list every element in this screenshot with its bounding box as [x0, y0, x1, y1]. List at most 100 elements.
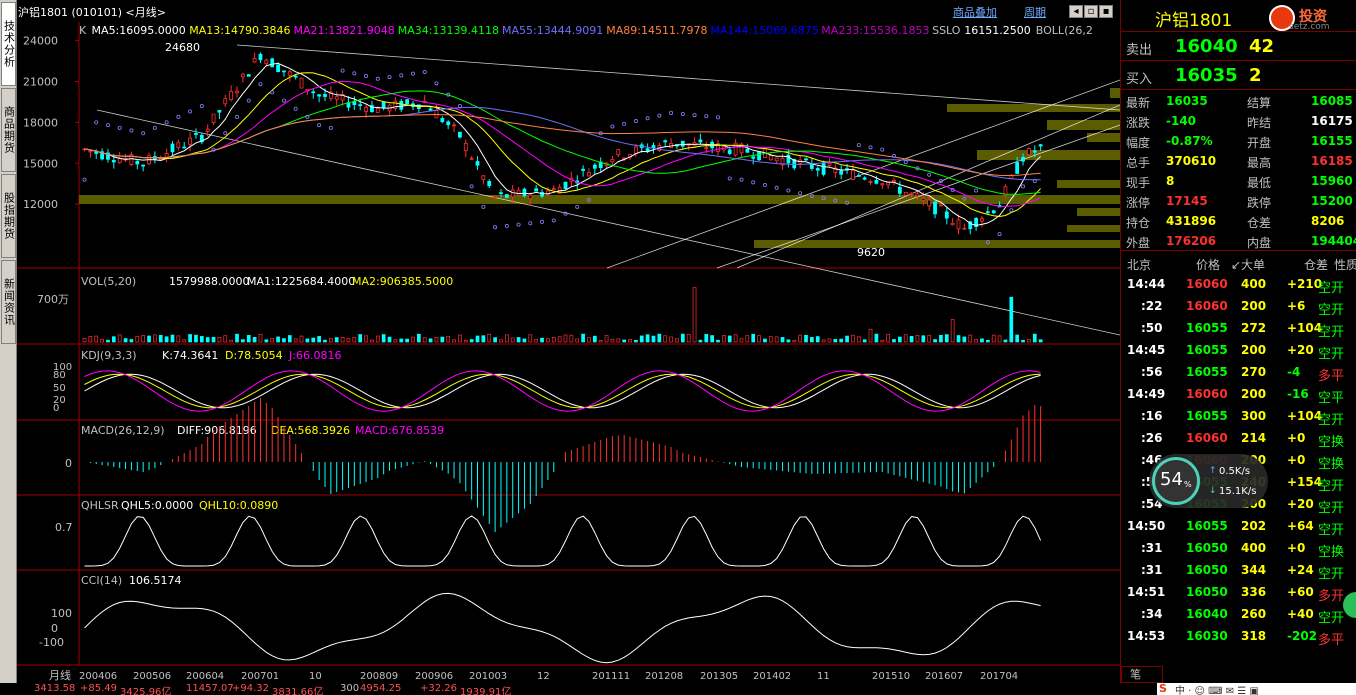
tab-technical-analysis[interactable]: 技术分析 [1, 2, 16, 86]
volume-bar [675, 338, 679, 343]
volume-bar [997, 335, 1002, 343]
sar-dot [82, 177, 87, 182]
candle-body [358, 104, 363, 107]
sar-dot [798, 191, 803, 196]
volume-bar [575, 338, 580, 343]
ma-legend-item: MA233:15536.1853 [821, 24, 930, 37]
candle-body [246, 74, 251, 77]
x-tick-label: 201305 [700, 671, 738, 682]
candle-body [311, 91, 316, 94]
sar-dot [633, 119, 638, 124]
macd-diff: DIFF:906.8196 [177, 424, 257, 437]
volume-bar [329, 338, 333, 343]
volume-bar [194, 334, 198, 343]
tick-row[interactable]: :22 16060 200 +6 空开 [1121, 295, 1356, 318]
candle-body [475, 161, 480, 166]
quote-header: 沪铝1801 投资 setz.com [1121, 0, 1356, 32]
tick-cell-v: 400 [1241, 277, 1267, 291]
x-tick-label: 11 [817, 671, 830, 682]
x-tick-label: 10 [309, 671, 322, 682]
tick-cell-d: +24 [1287, 563, 1314, 577]
network-speed-widget[interactable]: 54 % ↑ 0.5K/s ↓ 15.1K/s [1149, 454, 1268, 508]
ticks-header-cell: 仓差 [1304, 258, 1329, 272]
tick-row[interactable]: :34 16040 260 +40 空开 [1121, 603, 1356, 626]
volume-bar [153, 334, 157, 343]
qhlsr-label: QHLSR [81, 499, 119, 512]
tick-row[interactable]: :50 16055 272 +104 空开 [1121, 317, 1356, 340]
volume-bar [493, 337, 497, 343]
tick-row[interactable]: 14:50 16055 202 +64 空开 [1121, 515, 1356, 538]
tick-cell-p: 16055 [1186, 409, 1228, 423]
tick-row[interactable]: :31 16050 344 +24 空开 [1121, 559, 1356, 582]
tick-cell-v: 200 [1241, 299, 1267, 313]
candle-body [194, 133, 198, 135]
sar-dot [903, 160, 908, 165]
tab-label: 新闻资讯 [2, 278, 16, 326]
stat-label: 涨停 [1126, 196, 1151, 210]
volume-bar [651, 335, 656, 343]
tick-cell-p: 16040 [1186, 607, 1228, 621]
candle-body [270, 58, 275, 68]
tick-cell-t: :16 [1141, 409, 1163, 423]
volume-bar [305, 338, 310, 343]
candle-body [364, 107, 368, 112]
volume-bar [557, 336, 562, 343]
quote-stat-row: 持仓 431896 仓差 8206 [1121, 211, 1356, 231]
tick-cell-v: 344 [1241, 563, 1267, 577]
candle-body [856, 175, 861, 177]
volume-bar [839, 338, 844, 343]
sar-dot [540, 219, 545, 224]
tick-cell-p: 16060 [1186, 299, 1228, 313]
kline-chart-area[interactable]: 沪铝1801 (010101) <月线> 商品叠加 周期 ◂ ▫ ▪ 24000… [17, 0, 1120, 695]
tick-cell-v: 270 [1241, 365, 1267, 379]
tick-cell-t: :26 [1141, 431, 1163, 445]
volume-bar [757, 335, 761, 343]
tab-index-futures[interactable]: 股指期货 [1, 174, 16, 258]
tab-news[interactable]: 新闻资讯 [1, 260, 16, 344]
volume-bar [1021, 339, 1025, 343]
tick-cell-n: 多平 [1318, 633, 1345, 648]
volume-bar [510, 337, 515, 343]
tick-row[interactable]: 14:51 16050 336 +60 多开 [1121, 581, 1356, 604]
macd-label: MACD(26,12,9) [81, 424, 165, 437]
stat-value: 176206 [1166, 234, 1217, 248]
volume-bar [499, 339, 503, 343]
kdj-ytick: 50 [53, 383, 66, 394]
high-price-label: 24680 [165, 41, 200, 54]
ime-mode-icon[interactable]: 中 · ☺ ⌨ ✉ ☰ ▣ [1175, 682, 1259, 695]
candle-body [446, 121, 451, 126]
candle-body [751, 156, 756, 159]
stat-label: 最新 [1126, 96, 1151, 110]
volume-bar [188, 334, 192, 343]
ask-label: 卖出 [1126, 43, 1153, 58]
tick-row[interactable]: 14:45 16055 200 +20 空开 [1121, 339, 1356, 362]
x-tick-label: 200809 [360, 671, 398, 682]
tick-row[interactable]: 14:44 16060 400 +210 空开 [1121, 273, 1356, 296]
volume-bar [299, 335, 304, 343]
volume-bar [334, 337, 339, 343]
tick-row[interactable]: :31 16050 400 +0 空换 [1121, 537, 1356, 560]
tab-commodity-futures[interactable]: 商品期货 [1, 88, 16, 172]
sar-dot [727, 176, 732, 181]
candle-body [610, 159, 615, 163]
ask-volume: 42 [1249, 36, 1275, 57]
candle-body [680, 140, 685, 147]
tick-row[interactable]: :56 16055 270 -4 多平 [1121, 361, 1356, 384]
volume-bar [821, 339, 826, 343]
tick-row[interactable]: :16 16055 300 +104 空开 [1121, 405, 1356, 428]
ime-logo-icon: S [1159, 682, 1167, 695]
stat-label: 跌停 [1247, 196, 1272, 210]
tick-row[interactable]: :26 16060 214 +0 空换 [1121, 427, 1356, 450]
tick-row[interactable]: 14:49 16060 200 -16 空平 [1121, 383, 1356, 406]
volume-bar [616, 338, 621, 343]
volume-bar [246, 334, 251, 343]
volume-bar [669, 336, 673, 343]
ime-toolbar[interactable]: S 中 · ☺ ⌨ ✉ ☰ ▣ [1157, 682, 1356, 695]
sar-dot [1009, 208, 1014, 213]
ticks-tab[interactable]: 笔 [1121, 666, 1163, 683]
candle-body [851, 169, 855, 180]
tick-cell-d: -4 [1287, 365, 1301, 379]
tick-row[interactable]: 14:53 16030 318 -202 多平 [1121, 625, 1356, 648]
ma89-line [84, 113, 1041, 177]
bid-row: 买入 16035 2 [1121, 62, 1356, 90]
